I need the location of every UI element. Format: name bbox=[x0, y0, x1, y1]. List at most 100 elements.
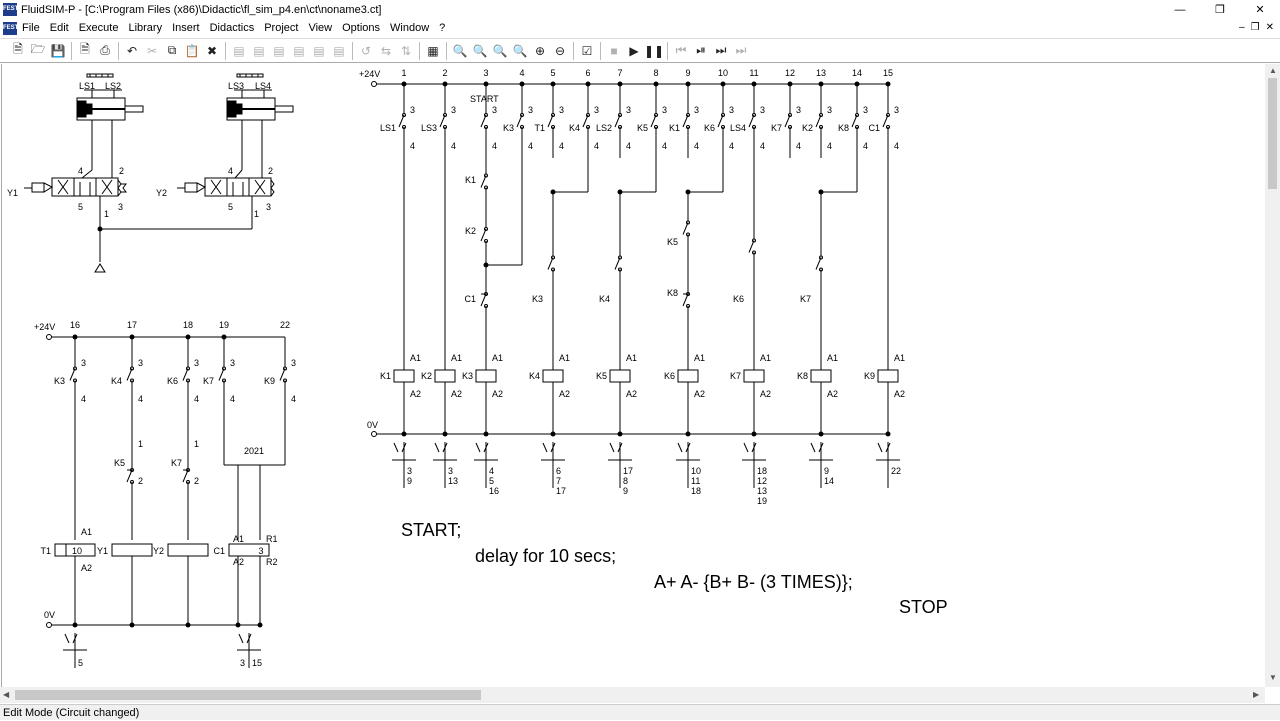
menu-didactics[interactable]: Didactics bbox=[205, 19, 260, 37]
scroll-down-icon[interactable]: ▼ bbox=[1269, 673, 1277, 682]
menu-file[interactable]: File bbox=[17, 19, 45, 37]
single-step-icon[interactable]: ⏯ bbox=[691, 41, 711, 61]
pin-label: A1 bbox=[492, 353, 503, 363]
zoom-out-icon[interactable]: ⊖ bbox=[550, 41, 570, 61]
open-icon[interactable]: 🗁 bbox=[28, 41, 48, 61]
contact-label: LS4 bbox=[730, 123, 746, 133]
device-box bbox=[111, 543, 153, 557]
xref-contact bbox=[475, 442, 481, 453]
pin-label: 3 bbox=[492, 105, 497, 115]
close-button[interactable]: ✕ bbox=[1240, 0, 1280, 19]
copy-icon[interactable]: ⧉ bbox=[162, 41, 182, 61]
junction-dot bbox=[550, 431, 556, 437]
pin-label: 4 bbox=[138, 394, 143, 404]
contact-label: K9 bbox=[264, 376, 275, 386]
step-end-icon[interactable]: ⏭ bbox=[731, 41, 751, 61]
menu-view[interactable]: View bbox=[303, 19, 337, 37]
align-center-icon[interactable]: ▤ bbox=[249, 41, 269, 61]
zoom-in-icon[interactable]: ⊕ bbox=[530, 41, 550, 61]
relay-coil bbox=[434, 369, 456, 383]
pause-icon[interactable]: ❚❚ bbox=[644, 41, 664, 61]
delete-icon[interactable]: ✖ bbox=[202, 41, 222, 61]
document-icon[interactable]: FESTO bbox=[3, 21, 23, 35]
vertical-scroll-thumb[interactable] bbox=[1268, 78, 1277, 189]
reset-icon[interactable]: ⏮ bbox=[671, 41, 691, 61]
minimize-button[interactable]: — bbox=[1160, 0, 1200, 19]
y1-label: Y1 bbox=[7, 188, 18, 198]
rotate-icon[interactable]: ↺ bbox=[356, 41, 376, 61]
zoom-previous-icon[interactable]: 🔍 bbox=[510, 41, 530, 61]
pin-label: 4 bbox=[410, 141, 415, 151]
rung-number: 11 bbox=[749, 68, 758, 78]
step-to-icon[interactable]: ⏭ bbox=[711, 41, 731, 61]
cut-icon[interactable]: ✂ bbox=[142, 41, 162, 61]
align-right-icon[interactable]: ▤ bbox=[269, 41, 289, 61]
window-title: FluidSIM-P - [C:\Program Files (x86)\Did… bbox=[21, 3, 382, 16]
menu-library[interactable]: Library bbox=[123, 19, 167, 37]
scroll-right-icon[interactable]: ▶ bbox=[1253, 690, 1259, 699]
rung-number-2: 16 bbox=[70, 320, 80, 330]
xref-number: 18 bbox=[691, 486, 701, 496]
menu-execute[interactable]: Execute bbox=[74, 19, 124, 37]
pin-label: A2 bbox=[760, 389, 771, 399]
junction-dot bbox=[235, 622, 241, 628]
check-drawing-icon[interactable]: ☑ bbox=[577, 41, 597, 61]
device-label: Y2 bbox=[153, 546, 164, 556]
align-middle-icon[interactable]: ▤ bbox=[309, 41, 329, 61]
mdi-minimize-button[interactable]: – bbox=[1239, 19, 1245, 37]
rung-number: 6 bbox=[585, 68, 590, 78]
save-icon[interactable]: 💾 bbox=[48, 41, 68, 61]
mdi-close-button[interactable]: ✕ bbox=[1266, 19, 1274, 37]
undo-icon[interactable]: ↶ bbox=[122, 41, 142, 61]
circuit-canvas[interactable]: LS1 LS2 LS3 LS4 Y1 Y2 4 2 5 1 3 4 2 5 1 … bbox=[1, 64, 1264, 687]
restore-button[interactable]: ❐ bbox=[1200, 0, 1240, 19]
xref-contact bbox=[609, 442, 615, 453]
mirror-v-icon[interactable]: ⇅ bbox=[396, 41, 416, 61]
horizontal-scroll-thumb[interactable] bbox=[15, 690, 481, 700]
align-bottom-icon[interactable]: ▤ bbox=[329, 41, 349, 61]
contact-label: K4 bbox=[599, 294, 610, 304]
valve-2[interactable] bbox=[177, 177, 275, 197]
print-icon[interactable]: ⎙ bbox=[95, 41, 115, 61]
rung-number: 15 bbox=[883, 68, 893, 78]
scroll-left-icon[interactable]: ◀ bbox=[3, 690, 9, 699]
vertical-scrollbar[interactable]: ▲ ▼ bbox=[1265, 64, 1280, 687]
menu-help[interactable]: ? bbox=[434, 19, 450, 37]
xref-contact bbox=[677, 442, 683, 453]
zoom-100-icon[interactable]: 🔍 bbox=[450, 41, 470, 61]
grid-icon[interactable]: ▦ bbox=[423, 41, 443, 61]
pin-label: 1 bbox=[194, 439, 199, 449]
horizontal-scrollbar[interactable]: ◀ ▶ bbox=[0, 687, 1265, 703]
pin-label: 4 bbox=[662, 141, 667, 151]
xref-number: 16 bbox=[489, 486, 499, 496]
paste-icon[interactable]: 📋 bbox=[182, 41, 202, 61]
pin-label: A2 bbox=[559, 389, 570, 399]
contact-label: LS2 bbox=[596, 123, 612, 133]
menu-insert[interactable]: Insert bbox=[167, 19, 205, 37]
scroll-up-icon[interactable]: ▲ bbox=[1269, 66, 1277, 75]
align-top-icon[interactable]: ▤ bbox=[289, 41, 309, 61]
play-icon[interactable]: ▶ bbox=[624, 41, 644, 61]
pin-label: A2 bbox=[233, 557, 244, 567]
new-icon[interactable]: 🗎 bbox=[8, 41, 28, 61]
menu-window[interactable]: Window bbox=[385, 19, 434, 37]
rung-number: 13 bbox=[816, 68, 826, 78]
menu-options[interactable]: Options bbox=[337, 19, 385, 37]
menu-edit[interactable]: Edit bbox=[45, 19, 74, 37]
pin-label: 3 bbox=[894, 105, 899, 115]
xref-contact bbox=[743, 442, 749, 453]
zoom-window-icon[interactable]: 🔍 bbox=[490, 41, 510, 61]
align-left-icon[interactable]: ▤ bbox=[229, 41, 249, 61]
mirror-h-icon[interactable]: ⇆ bbox=[376, 41, 396, 61]
mdi-restore-button[interactable]: ❐ bbox=[1251, 19, 1260, 37]
rung-number: 10 bbox=[718, 68, 728, 78]
valve2-port-5: 5 bbox=[228, 202, 233, 212]
zoom-fit-icon[interactable]: 🔍 bbox=[470, 41, 490, 61]
menu-project[interactable]: Project bbox=[259, 19, 303, 37]
contact-label: K3 bbox=[532, 294, 543, 304]
valve-1[interactable] bbox=[24, 177, 127, 197]
print-preview-icon[interactable]: 🗎 bbox=[75, 41, 95, 61]
status-bar: Edit Mode (Circuit changed) bbox=[0, 704, 1280, 720]
pin-label: A1 bbox=[559, 353, 570, 363]
stop-icon[interactable]: ■ bbox=[604, 41, 624, 61]
